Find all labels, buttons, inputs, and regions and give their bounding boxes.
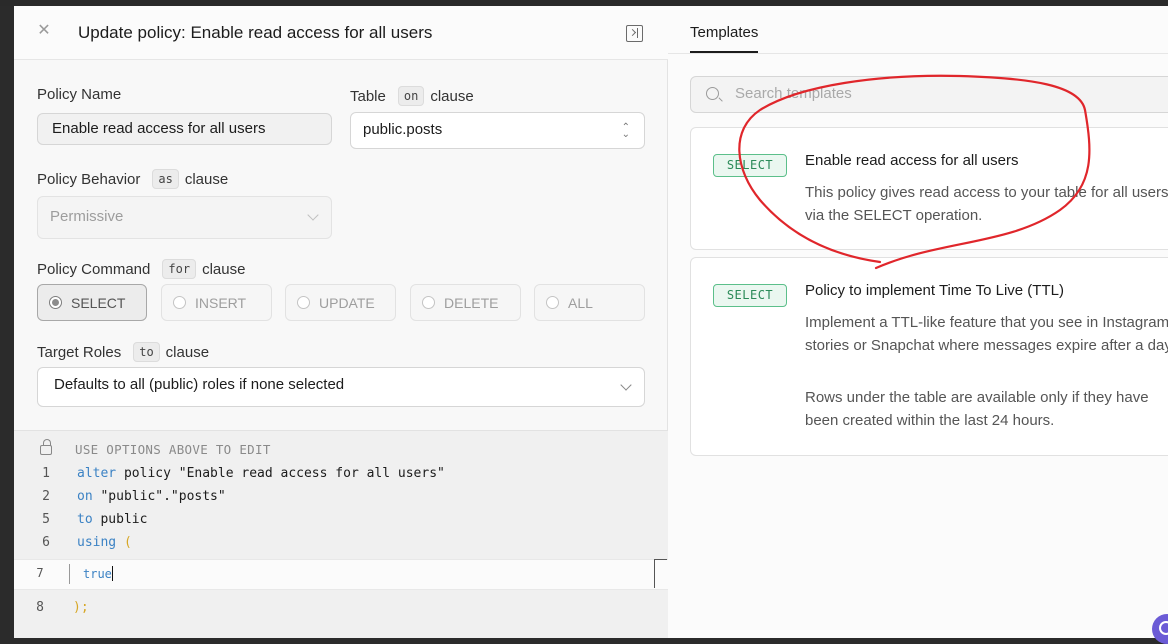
radio-icon (49, 296, 62, 309)
template-card-read-access[interactable]: SELECT Enable read access for all users … (690, 127, 1168, 250)
code-line: ); (73, 600, 89, 615)
radio-icon (546, 296, 559, 309)
sql-keyword: using (77, 535, 117, 550)
radio-icon (422, 296, 435, 309)
command-option-insert[interactable]: INSERT (161, 284, 272, 321)
sql-keyword: on (77, 489, 93, 504)
search-input[interactable] (735, 85, 1135, 102)
template-description-extra: Rows under the table are available only … (805, 389, 1149, 429)
command-option-label: DELETE (444, 295, 499, 311)
template-title: Policy to implement Time To Live (TTL) (805, 282, 1064, 299)
sql-keyword: alter (77, 466, 117, 481)
sql-keyword: to (77, 512, 93, 527)
updown-chevron-icon: ⌃ ⌄ (621, 122, 630, 140)
to-keyword-badge: to (133, 342, 160, 362)
code-line: using ( (77, 535, 132, 550)
editor-hint: USE OPTIONS ABOVE TO EDIT (75, 442, 271, 457)
policy-behavior-label-text: Policy Behavior (37, 171, 141, 188)
search-templates[interactable] (690, 76, 1168, 113)
collapse-panel-icon[interactable] (626, 25, 643, 42)
table-clause-text: clause (430, 88, 474, 105)
sql-text: "public"."posts" (92, 489, 226, 504)
policy-name-label: Policy Name (37, 86, 122, 103)
command-option-delete[interactable]: DELETE (410, 284, 521, 321)
target-roles-label-text: Target Roles (37, 344, 122, 361)
target-roles-value: Defaults to all (public) roles if none s… (54, 376, 345, 393)
template-description: This policy gives read access to your ta… (805, 184, 1168, 224)
command-clause-text: clause (202, 261, 246, 278)
line-number: 2 (42, 489, 50, 504)
command-option-label: SELECT (71, 295, 126, 311)
template-card-ttl[interactable]: SELECT Policy to implement Time To Live … (690, 257, 1168, 456)
policy-editor-panel: ✕ Update policy: Enable read access for … (14, 6, 668, 638)
policy-name-input[interactable]: Enable read access for all users (37, 113, 332, 145)
select-badge: SELECT (713, 284, 787, 307)
lock-icon (40, 439, 52, 455)
template-description: Implement a TTL-like feature that you se… (805, 314, 1168, 354)
policy-behavior-select[interactable]: Permissive (37, 196, 332, 239)
roles-clause-text: clause (165, 344, 210, 361)
target-roles-label: Target Roles to clause (37, 342, 209, 362)
panel-header: ✕ Update policy: Enable read access for … (14, 6, 668, 60)
for-keyword-badge: for (162, 259, 197, 279)
text-cursor (111, 566, 114, 581)
command-option-label: UPDATE (319, 295, 375, 311)
tab-bar: Templates (668, 6, 1168, 54)
active-code-line[interactable]: 7 true (14, 559, 668, 590)
table-select[interactable]: public.posts ⌃ ⌄ (350, 112, 645, 149)
line-number: 7 (36, 566, 44, 580)
on-keyword-badge: on (397, 86, 425, 106)
policy-behavior-label: Policy Behavior as clause (37, 169, 228, 189)
target-roles-select[interactable]: Defaults to all (public) roles if none s… (37, 367, 645, 407)
command-option-label: ALL (568, 295, 593, 311)
line-number: 1 (42, 466, 50, 481)
policy-behavior-value: Permissive (50, 208, 124, 225)
search-icon (706, 87, 719, 100)
command-option-update[interactable]: UPDATE (285, 284, 396, 321)
code-line: on "public"."posts" (77, 489, 226, 504)
sql-text: policy "Enable read access for all users… (116, 466, 445, 481)
page-title: Update policy: Enable read access for al… (78, 23, 433, 42)
line-number: 5 (42, 512, 50, 527)
table-label: Table on clause (350, 86, 474, 106)
code-line: to public (77, 512, 147, 527)
indent-guide (69, 564, 70, 584)
editor-scroll-marker (654, 559, 667, 588)
table-select-value: public.posts (363, 121, 443, 138)
code-line: alter policy "Enable read access for all… (77, 466, 445, 481)
line-number: 8 (36, 600, 44, 615)
sql-text: public (92, 512, 148, 527)
command-option-select[interactable]: SELECT (37, 284, 147, 321)
tab-templates[interactable]: Templates (690, 24, 759, 53)
table-label-text: Table (350, 88, 386, 105)
as-keyword-badge: as (152, 169, 179, 189)
code-line: true (83, 566, 114, 581)
policy-command-label: Policy Command for clause (37, 259, 245, 279)
radio-icon (297, 296, 310, 309)
sql-editor[interactable]: USE OPTIONS ABOVE TO EDIT 1 alter policy… (14, 430, 668, 638)
command-option-all[interactable]: ALL (534, 284, 645, 321)
line-number: 6 (42, 535, 50, 550)
sql-keyword: true (83, 567, 112, 581)
chevron-down-icon (307, 209, 319, 221)
policy-command-label-text: Policy Command (37, 261, 151, 278)
select-badge: SELECT (713, 154, 787, 177)
behavior-clause-text: clause (184, 171, 229, 188)
sql-text: ( (116, 535, 132, 550)
template-title: Enable read access for all users (805, 152, 1019, 169)
chevron-down-icon (620, 379, 632, 391)
sql-text: ); (73, 600, 89, 615)
radio-icon (173, 296, 186, 309)
templates-panel: Templates SELECT Enable read access for … (668, 6, 1168, 638)
close-icon[interactable]: ✕ (36, 23, 52, 39)
command-option-label: INSERT (195, 295, 247, 311)
